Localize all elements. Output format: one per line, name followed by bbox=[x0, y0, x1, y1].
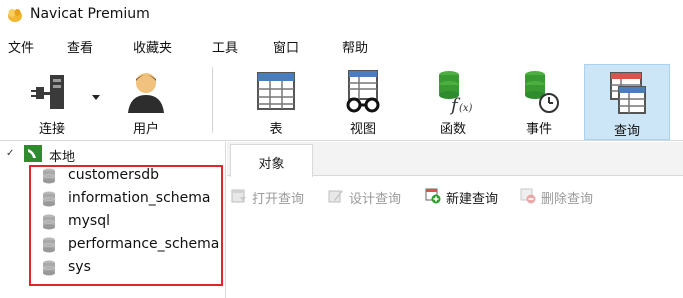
menu-tools[interactable]: 工具 bbox=[212, 37, 238, 56]
design-query-label: 设计查询 bbox=[349, 192, 402, 207]
table-button[interactable]: 表 bbox=[240, 63, 312, 139]
object-toolbar: 打开查询 设计查询 新建查询 删除查询 bbox=[227, 177, 683, 213]
title-bar: Navicat Premium bbox=[0, 0, 683, 31]
query-label: 查询 bbox=[613, 124, 640, 139]
tree-item-database[interactable]: sys bbox=[38, 257, 224, 279]
new-query-icon bbox=[425, 188, 441, 204]
menu-favorites[interactable]: 收藏夹 bbox=[133, 37, 172, 56]
query-icon bbox=[610, 72, 646, 114]
menu-file[interactable]: 文件 bbox=[8, 37, 34, 56]
svg-text:(x): (x) bbox=[459, 103, 473, 114]
tab-objects[interactable]: 对象 bbox=[230, 144, 313, 177]
tab-objects-label: 对象 bbox=[258, 157, 285, 172]
tree-item-database[interactable]: information_schema bbox=[38, 188, 224, 210]
toolbar-separator bbox=[212, 67, 213, 133]
menu-view[interactable]: 查看 bbox=[67, 37, 93, 56]
menu-window[interactable]: 窗口 bbox=[273, 37, 299, 56]
connection-icon bbox=[31, 75, 64, 109]
open-query-label: 打开查询 bbox=[252, 192, 305, 207]
tree-item-database[interactable]: mysql bbox=[38, 211, 224, 233]
tree-item-database[interactable]: performance_schema bbox=[38, 234, 224, 256]
window-title: Navicat Premium bbox=[30, 6, 150, 22]
database-name: mysql bbox=[68, 213, 110, 229]
tree-root-local-connection[interactable]: ✓ 本地 bbox=[4, 145, 224, 165]
new-query-label: 新建查询 bbox=[446, 192, 499, 207]
mysql-connection-icon bbox=[24, 145, 42, 162]
tree-item-database[interactable]: customersdb bbox=[38, 165, 224, 187]
connection-button[interactable]: 连接 bbox=[16, 63, 88, 139]
event-button[interactable]: 事件 bbox=[503, 63, 575, 139]
function-label: 函数 bbox=[439, 122, 466, 137]
connection-label: 连接 bbox=[38, 122, 65, 137]
database-icon bbox=[42, 191, 56, 207]
menu-help[interactable]: 帮助 bbox=[342, 37, 368, 56]
database-name: customersdb bbox=[68, 167, 159, 183]
connection-dropdown-caret-icon[interactable] bbox=[92, 95, 100, 100]
collapse-chevron-icon[interactable]: ✓ bbox=[6, 148, 14, 159]
delete-query-label: 删除查询 bbox=[541, 192, 594, 207]
database-icon bbox=[42, 260, 56, 276]
function-icon: f (x) bbox=[439, 71, 473, 115]
view-button[interactable]: 视图 bbox=[327, 63, 399, 139]
user-button[interactable]: 用户 bbox=[110, 63, 182, 139]
navicat-logo-icon bbox=[8, 9, 22, 22]
tree-root-label: 本地 bbox=[49, 150, 76, 165]
view-icon bbox=[346, 70, 380, 113]
query-button[interactable]: 查询 bbox=[584, 64, 670, 140]
database-icon bbox=[42, 214, 56, 230]
view-label: 视图 bbox=[349, 122, 376, 137]
event-label: 事件 bbox=[525, 122, 552, 137]
database-name: information_schema bbox=[68, 190, 211, 206]
user-icon bbox=[128, 73, 164, 113]
menu-bar: 文件 查看 收藏夹 工具 窗口 帮助 bbox=[0, 31, 683, 59]
event-icon bbox=[525, 71, 559, 113]
database-icon bbox=[42, 237, 56, 253]
database-icon bbox=[42, 168, 56, 184]
object-list-area[interactable] bbox=[227, 213, 683, 298]
delete-query-icon bbox=[520, 188, 536, 204]
main-toolbar: 连接 用户 表 视图 f (x) 函数 事件 查询 bbox=[0, 59, 683, 141]
table-icon bbox=[257, 72, 295, 110]
user-label: 用户 bbox=[132, 122, 159, 137]
design-query-icon bbox=[328, 190, 343, 203]
database-name: sys bbox=[68, 259, 91, 275]
tab-strip: 对象 bbox=[227, 142, 683, 177]
function-button[interactable]: f (x) 函数 bbox=[417, 63, 489, 139]
open-query-icon bbox=[231, 189, 246, 203]
table-label: 表 bbox=[269, 122, 283, 137]
database-name: performance_schema bbox=[68, 236, 220, 252]
